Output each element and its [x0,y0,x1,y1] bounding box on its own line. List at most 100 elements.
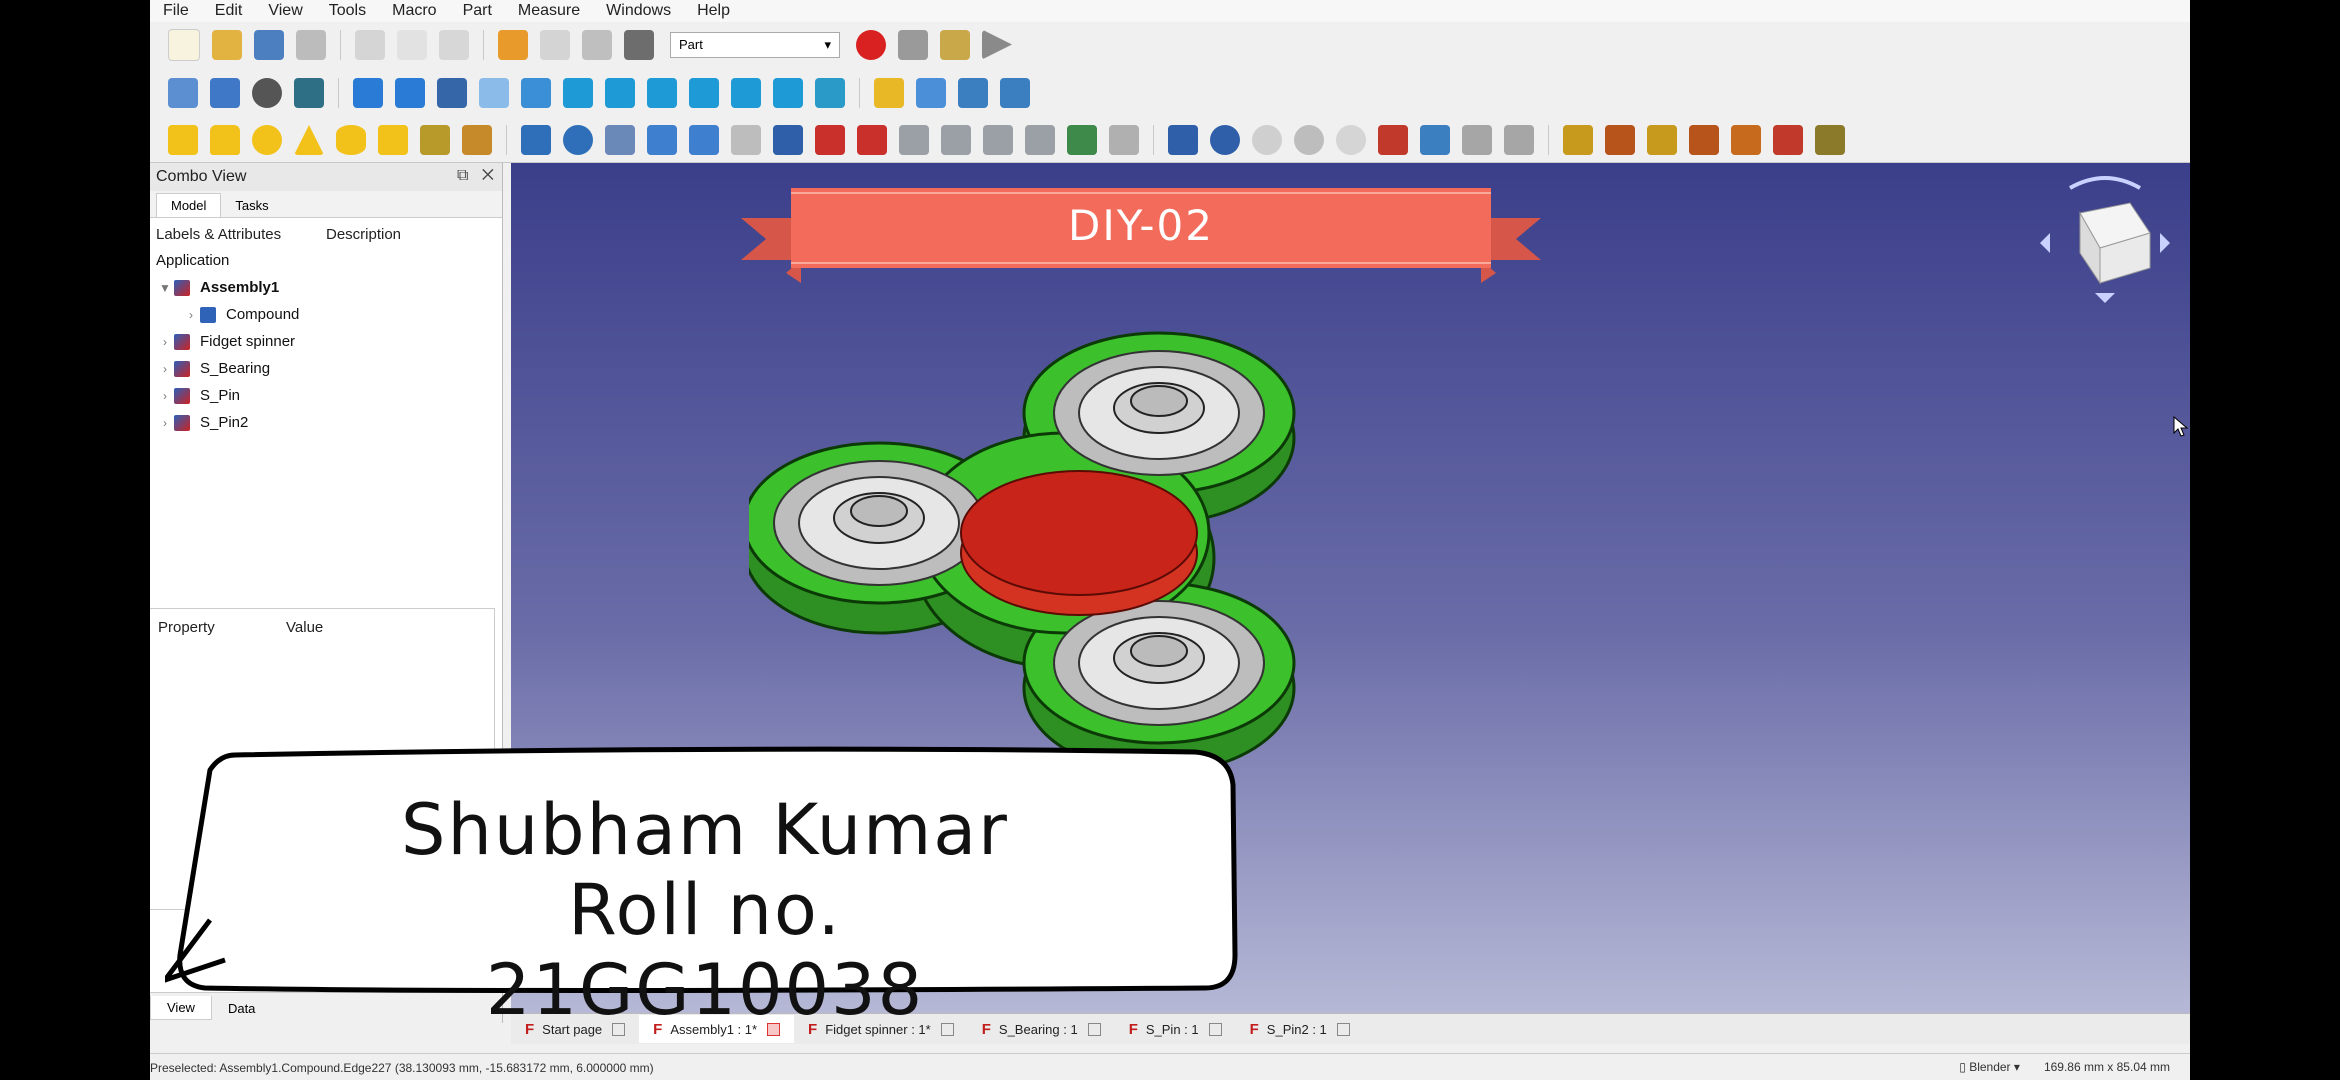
tree-item-s-pin2[interactable]: › S_Pin2 [150,409,502,436]
tree-item-compound[interactable]: › Compound [150,301,502,328]
chevron-right-icon[interactable]: › [156,362,174,376]
link-actions-icon[interactable] [1000,77,1030,108]
tree-item-s-bearing[interactable]: › S_Bearing [150,355,502,382]
save-icon[interactable] [254,29,284,60]
measure-linear-icon[interactable] [1563,125,1593,155]
toggle-delta-icon[interactable] [1815,125,1845,155]
split-tools-icon[interactable] [1420,125,1450,155]
measure-distance-icon[interactable] [815,77,845,108]
run-macro-icon[interactable] [982,29,1012,60]
create-part-icon[interactable] [874,77,904,108]
column-labels[interactable]: Labels & Attributes [156,226,326,243]
zoom-icon[interactable] [479,77,509,108]
copy-icon[interactable] [397,29,427,60]
loft-icon[interactable] [815,125,845,155]
create-group-icon[interactable] [916,77,946,108]
fuse-icon[interactable] [1294,125,1324,155]
doc-tab-s-pin2[interactable]: F S_Pin2 : 1 [1236,1015,1364,1043]
navigation-cube[interactable] [2040,173,2170,303]
sphere-icon[interactable] [252,125,282,155]
menu-edit[interactable]: Edit [202,2,256,20]
workbench-selector[interactable]: Part ▾ [670,31,840,58]
left-view-icon[interactable] [773,77,803,108]
sweep-icon[interactable] [857,125,887,155]
tree-item-s-pin[interactable]: › S_Pin [150,382,502,409]
cone-icon[interactable] [294,125,324,155]
menu-view[interactable]: View [255,2,315,20]
forward-arrow-icon[interactable] [395,77,425,108]
toggle-3d-icon[interactable] [1773,125,1803,155]
menu-tools[interactable]: Tools [316,2,379,20]
ruled-surface-icon[interactable] [773,125,803,155]
close-icon[interactable]: ✕ [482,167,494,184]
cylinder-icon[interactable] [210,125,240,155]
toggle-measurements-icon[interactable] [1731,125,1761,155]
compound-tools-icon[interactable] [1168,125,1198,155]
undo-icon[interactable] [498,29,528,60]
projection-icon[interactable] [1067,125,1097,155]
menu-macro[interactable]: Macro [379,2,449,20]
redo-icon[interactable] [540,29,570,60]
close-tab-icon[interactable] [1087,1022,1101,1036]
edit-macro-icon[interactable] [940,29,970,60]
tree-item-fidget-spinner[interactable]: › Fidget spinner [150,328,502,355]
measure-refresh-icon[interactable] [1647,125,1677,155]
sync-view-icon[interactable] [437,77,467,108]
primitives-icon[interactable] [420,125,450,155]
torus-icon[interactable] [336,125,366,155]
top-view-icon[interactable] [605,77,635,108]
link-icon[interactable] [958,77,988,108]
chevron-right-icon[interactable]: › [156,335,174,349]
print-icon[interactable] [296,29,326,60]
extrude-icon[interactable] [521,125,551,155]
cross-sections-icon[interactable] [941,125,971,155]
fit-selection-icon[interactable] [210,77,240,108]
join-features-icon[interactable] [1378,125,1408,155]
front-view-icon[interactable] [563,77,593,108]
back-arrow-icon[interactable] [353,77,383,108]
menu-windows[interactable]: Windows [593,2,684,20]
chevron-right-icon[interactable]: › [156,389,174,403]
offset-icon[interactable] [983,125,1013,155]
whats-this-icon[interactable] [624,29,654,60]
float-icon[interactable]: ⧉ [457,167,468,184]
section-icon[interactable] [899,125,929,155]
measure-angular-icon[interactable] [1605,125,1635,155]
menu-measure[interactable]: Measure [505,2,593,20]
shape-builder-icon[interactable] [462,125,492,155]
fillet-icon[interactable] [647,125,677,155]
chamfer-icon[interactable] [689,125,719,155]
bottom-view-icon[interactable] [731,77,761,108]
cut-icon[interactable] [355,29,385,60]
bounding-box-icon[interactable] [294,77,324,108]
rear-view-icon[interactable] [689,77,719,108]
menu-help[interactable]: Help [684,2,743,20]
doc-tab-s-pin[interactable]: F S_Pin : 1 [1115,1015,1236,1043]
common-icon[interactable] [1336,125,1366,155]
property-column[interactable]: Property [158,619,286,636]
new-document-icon[interactable] [168,28,200,61]
navigation-style-button[interactable]: ▯ Blender ▾ [1959,1060,2020,1074]
revolve-icon[interactable] [563,125,593,155]
column-description[interactable]: Description [326,226,401,243]
open-icon[interactable] [212,29,242,60]
boolean-icon[interactable] [1210,125,1240,155]
thickness-icon[interactable] [1025,125,1055,155]
isometric-view-icon[interactable] [521,77,551,108]
right-view-icon[interactable] [647,77,677,108]
chevron-down-icon[interactable]: ▼ [156,281,174,295]
menu-part[interactable]: Part [450,2,505,20]
check-geometry-icon[interactable] [1462,125,1492,155]
refresh-icon[interactable] [582,29,612,60]
tab-tasks[interactable]: Tasks [221,194,282,217]
chevron-right-icon[interactable]: › [156,416,174,430]
value-column[interactable]: Value [286,619,323,636]
tree-item-assembly1[interactable]: ▼ Assembly1 [150,274,502,301]
paste-icon[interactable] [439,29,469,60]
cube-icon[interactable] [168,125,198,155]
stop-macro-icon[interactable] [898,29,928,60]
menu-file[interactable]: File [150,2,202,20]
tube-icon[interactable] [378,125,408,155]
record-macro-icon[interactable] [856,29,886,60]
close-tab-icon[interactable] [1208,1022,1222,1036]
